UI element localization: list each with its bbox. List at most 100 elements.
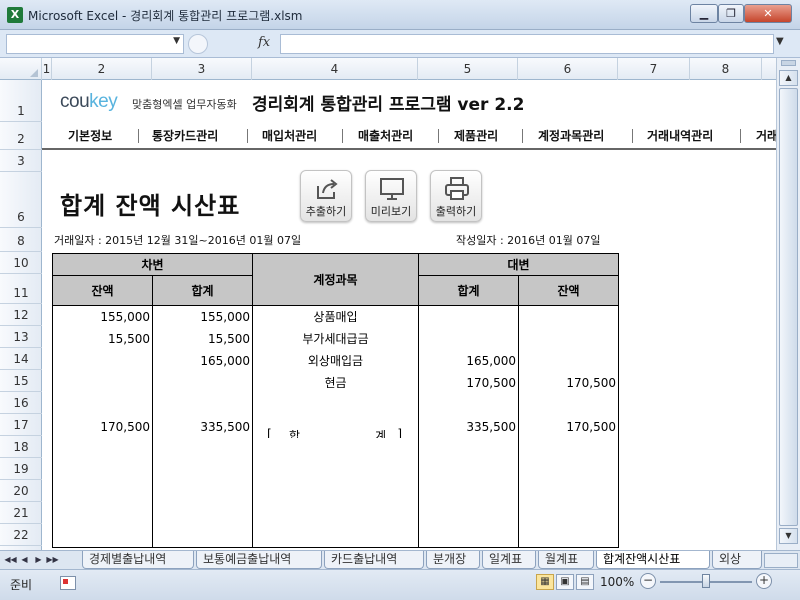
expand-formula-icon[interactable]: ▼: [776, 36, 784, 47]
empty-cell[interactable]: [418, 459, 519, 482]
page-layout-view-icon[interactable]: ▣: [556, 574, 574, 590]
empty-cell[interactable]: [518, 503, 619, 526]
next-sheet-icon[interactable]: ▶: [32, 553, 45, 567]
nav-item-sales-clients[interactable]: 매출처관리: [358, 127, 413, 144]
debit-total-cell[interactable]: 155,000: [152, 305, 253, 328]
table-row[interactable]: [52, 481, 619, 504]
sheet-tab[interactable]: 외상: [712, 551, 762, 569]
empty-cell[interactable]: [518, 525, 619, 548]
empty-cell[interactable]: [518, 459, 619, 482]
name-box[interactable]: ▼: [6, 34, 184, 54]
credit-balance-cell[interactable]: [518, 327, 619, 350]
worksheet[interactable]: coukey 맞춤형엑셀 업무자동화 경리회계 통합관리 프로그램 ver 2.…: [42, 80, 776, 550]
restore-button[interactable]: ❐: [718, 4, 744, 23]
row-header[interactable]: 6: [0, 172, 42, 228]
debit-total-cell[interactable]: 15,500: [152, 327, 253, 350]
nav-item-basic-info[interactable]: 기본정보: [68, 127, 112, 144]
last-sheet-icon[interactable]: ▶▶: [46, 553, 59, 567]
empty-cell[interactable]: [418, 503, 519, 526]
table-row[interactable]: [52, 459, 619, 482]
credit-total-cell[interactable]: [418, 305, 519, 328]
minimize-button[interactable]: ▁: [690, 4, 718, 23]
row-header[interactable]: 3: [0, 150, 42, 172]
sheet-tab-active[interactable]: 합계잔액시산표: [596, 551, 710, 569]
row-header[interactable]: 22: [0, 524, 42, 546]
row-header[interactable]: 16: [0, 392, 42, 414]
zoom-level[interactable]: 100%: [600, 575, 634, 589]
nav-item-account-card[interactable]: 통장카드관리: [152, 127, 218, 144]
empty-cell[interactable]: [152, 437, 253, 460]
column-header[interactable]: 8: [690, 58, 762, 80]
row-header[interactable]: 17: [0, 414, 42, 436]
prev-sheet-icon[interactable]: ◀: [18, 553, 31, 567]
column-header[interactable]: 3: [152, 58, 252, 80]
empty-cell[interactable]: [418, 525, 519, 548]
column-header[interactable]: 6: [518, 58, 618, 80]
page-break-view-icon[interactable]: ▤: [576, 574, 594, 590]
empty-cell[interactable]: [152, 481, 253, 504]
empty-cell[interactable]: [418, 437, 519, 460]
chevron-down-icon[interactable]: ▼: [173, 36, 180, 46]
column-header[interactable]: 4: [252, 58, 418, 80]
nav-item-products[interactable]: 제품관리: [454, 127, 498, 144]
credit-total-cell[interactable]: [418, 393, 519, 416]
formula-input[interactable]: [280, 34, 774, 54]
empty-cell[interactable]: [252, 503, 419, 526]
table-row[interactable]: 165,000 외상매입금 165,000: [52, 349, 619, 372]
excel-app-icon[interactable]: X: [7, 7, 23, 23]
row-header[interactable]: 13: [0, 326, 42, 348]
empty-cell[interactable]: [52, 525, 153, 548]
debit-balance-cell[interactable]: [52, 371, 153, 394]
sheet-tab[interactable]: 카드출납내역: [324, 551, 424, 569]
credit-total-cell[interactable]: 170,500: [418, 371, 519, 394]
empty-cell[interactable]: [152, 525, 253, 548]
total-credit-balance[interactable]: 170,500: [518, 415, 619, 438]
column-header[interactable]: 1: [42, 58, 52, 80]
account-cell[interactable]: 외상매입금: [252, 349, 419, 372]
credit-total-cell[interactable]: [418, 327, 519, 350]
account-cell[interactable]: [252, 393, 419, 416]
sheet-tab[interactable]: 월계표: [538, 551, 594, 569]
empty-cell[interactable]: [252, 525, 419, 548]
row-header[interactable]: 10: [0, 252, 42, 274]
row-header[interactable]: 19: [0, 458, 42, 480]
credit-total-cell[interactable]: 165,000: [418, 349, 519, 372]
debit-balance-cell[interactable]: [52, 349, 153, 372]
grand-total-label-cell[interactable]: [ 합 계 ]: [252, 415, 419, 438]
column-header[interactable]: 2: [52, 58, 152, 80]
insert-function-icon[interactable]: fx: [258, 35, 270, 50]
table-row[interactable]: [52, 393, 619, 416]
empty-cell[interactable]: [52, 437, 153, 460]
row-header[interactable]: 8: [0, 228, 42, 252]
empty-cell[interactable]: [152, 459, 253, 482]
table-row[interactable]: 155,000 155,000 상품매입: [52, 305, 619, 328]
formula-resize-handle[interactable]: [188, 34, 208, 54]
grand-total-row[interactable]: 170,500 335,500 [ 합 계 ] 335,500 170,500: [52, 415, 619, 438]
macro-record-icon[interactable]: [60, 576, 76, 590]
zoom-in-button[interactable]: +: [756, 573, 772, 589]
account-cell[interactable]: 부가세대급금: [252, 327, 419, 350]
row-header[interactable]: 20: [0, 480, 42, 502]
preview-button[interactable]: 미리보기: [365, 170, 417, 222]
select-all-corner[interactable]: [0, 58, 42, 80]
row-header[interactable]: 2: [0, 122, 42, 150]
row-header[interactable]: 1: [0, 80, 42, 122]
horizontal-scrollbar[interactable]: [764, 553, 798, 568]
credit-balance-cell[interactable]: [518, 305, 619, 328]
row-header[interactable]: 11: [0, 274, 42, 304]
row-header[interactable]: 12: [0, 304, 42, 326]
zoom-out-button[interactable]: −: [640, 573, 656, 589]
total-debit-balance[interactable]: 170,500: [52, 415, 153, 438]
column-header[interactable]: 7: [618, 58, 690, 80]
table-row[interactable]: [52, 503, 619, 526]
nav-item-transactions[interactable]: 거래내역관리: [647, 127, 713, 144]
nav-item-truncated[interactable]: 거래: [756, 127, 776, 144]
empty-cell[interactable]: [152, 503, 253, 526]
first-sheet-icon[interactable]: ◀◀: [4, 553, 17, 567]
sheet-tab[interactable]: 경제별출납내역: [82, 551, 194, 569]
empty-cell[interactable]: [52, 459, 153, 482]
export-button[interactable]: 추출하기: [300, 170, 352, 222]
empty-cell[interactable]: [52, 503, 153, 526]
split-handle[interactable]: [781, 60, 796, 66]
scroll-down-button[interactable]: ▼: [779, 528, 798, 544]
